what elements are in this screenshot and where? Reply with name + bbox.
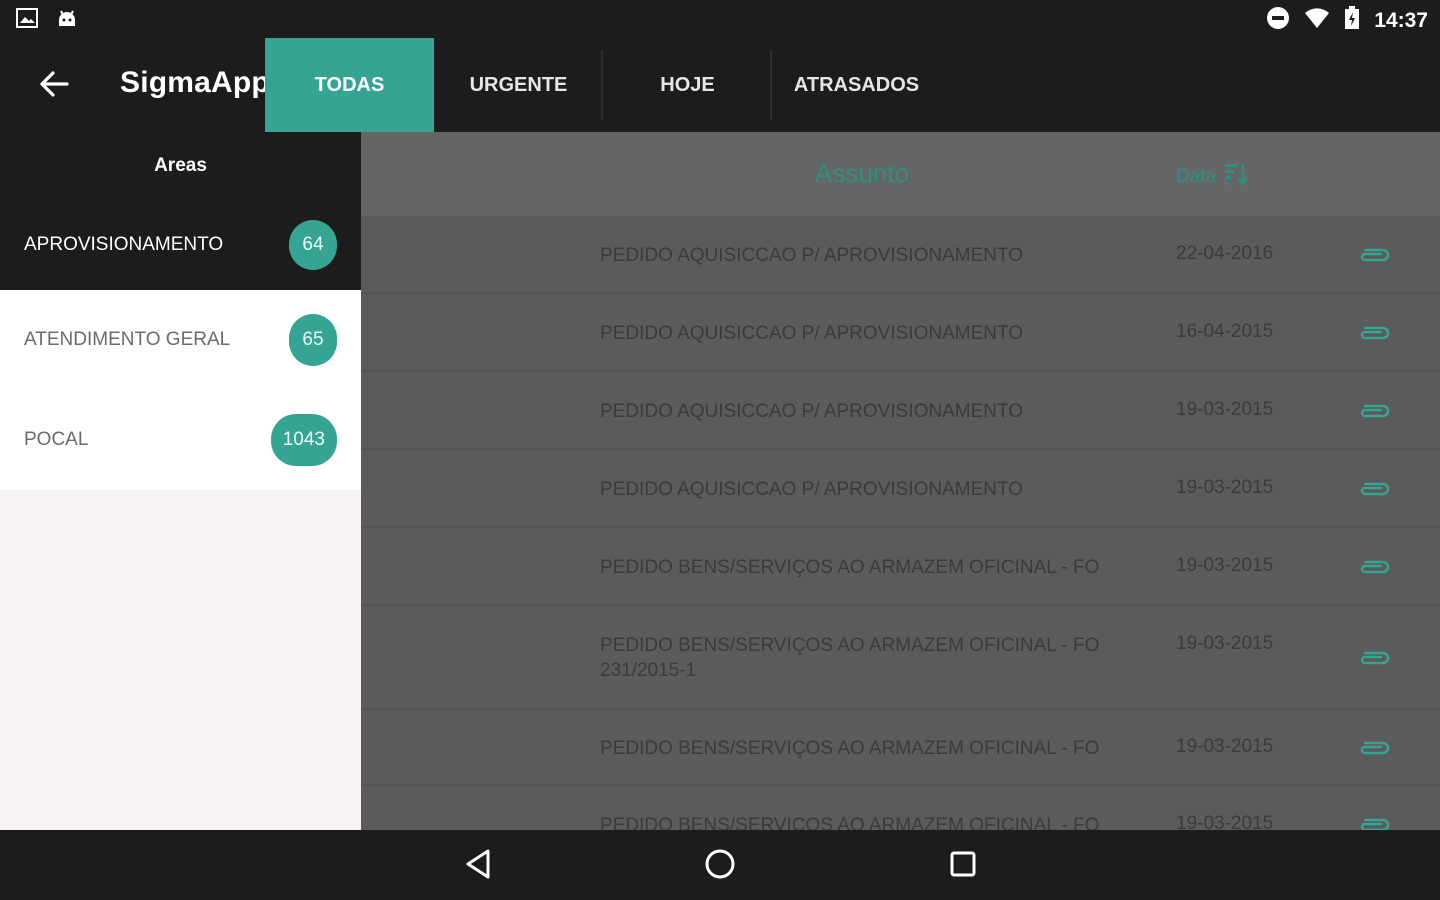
app-title: SigmaApp xyxy=(120,66,270,99)
area-item-aprovisionamento[interactable]: APROVISIONAMENTO 64 xyxy=(0,200,361,290)
tab-atrasados[interactable]: ATRASADOS xyxy=(772,38,941,132)
attachment-icon[interactable] xyxy=(1357,557,1391,577)
nav-back-button[interactable] xyxy=(456,844,500,888)
wifi-icon xyxy=(1304,7,1330,34)
system-navigation-bar xyxy=(0,830,1440,900)
tab-label: TODAS xyxy=(314,73,385,96)
attachment-icon[interactable] xyxy=(1357,815,1391,830)
android-icon xyxy=(56,8,78,35)
table-row[interactable]: PEDIDO AQUISICCAO P/ APROVISIONAMENTO 22… xyxy=(361,216,1440,294)
nav-home-button[interactable] xyxy=(698,844,742,888)
row-date: 16-04-2015 xyxy=(1176,321,1274,342)
back-button[interactable] xyxy=(28,60,80,112)
row-date: 19-03-2015 xyxy=(1176,633,1274,654)
row-date: 19-03-2015 xyxy=(1176,736,1274,757)
attachment-icon[interactable] xyxy=(1357,245,1391,265)
arrow-left-icon xyxy=(39,70,69,103)
requests-table: PEDIDO AQUISICCAO P/ APROVISIONAMENTO 22… xyxy=(361,216,1440,830)
area-item-atendimento-geral[interactable]: ATENDIMENTO GERAL 65 xyxy=(0,290,361,390)
table-row[interactable]: PEDIDO BENS/SERVIÇOS AO ARMAZEM OFICINAL… xyxy=(361,528,1440,606)
do-not-disturb-icon xyxy=(1266,6,1290,35)
row-subject: PEDIDO AQUISICCAO P/ APROVISIONAMENTO xyxy=(600,323,1024,344)
tab-label: HOJE xyxy=(660,73,715,96)
column-header-date[interactable]: Data xyxy=(1176,162,1250,192)
sidebar-title: Areas xyxy=(0,132,361,200)
filter-tabs: TODAS URGENTE HOJE ATRASADOS xyxy=(265,38,941,132)
row-subject: PEDIDO BENS/SERVIÇOS AO ARMAZEM OFICINAL… xyxy=(600,815,1100,830)
attachment-icon[interactable] xyxy=(1357,401,1391,421)
row-subject: PEDIDO AQUISICCAO P/ APROVISIONAMENTO xyxy=(600,245,1024,266)
row-date: 19-03-2015 xyxy=(1176,399,1274,420)
back-triangle-icon xyxy=(464,848,492,885)
column-header-subject[interactable]: Assunto xyxy=(815,158,909,189)
tab-todas[interactable]: TODAS xyxy=(265,38,434,132)
area-item-pocal[interactable]: POCAL 1043 xyxy=(0,390,361,490)
attachment-icon[interactable] xyxy=(1357,738,1391,758)
areas-sidebar: Areas APROVISIONAMENTO 64 ATENDIMENTO GE… xyxy=(0,132,361,830)
table-row[interactable]: PEDIDO AQUISICCAO P/ APROVISIONAMENTO 19… xyxy=(361,450,1440,528)
requests-list-panel: Assunto Data PEDIDO AQUISICCAO P/ APROVI… xyxy=(361,132,1440,830)
clock-time: 14:37 xyxy=(1374,8,1428,32)
tab-label: ATRASADOS xyxy=(793,73,920,96)
area-label: POCAL xyxy=(24,429,89,450)
sort-icon[interactable] xyxy=(1224,162,1250,192)
home-circle-icon xyxy=(704,848,736,885)
count-badge: 1043 xyxy=(270,414,337,466)
table-row[interactable]: PEDIDO BENS/SERVIÇOS AO ARMAZEM OFICINAL… xyxy=(361,710,1440,786)
row-date: 19-03-2015 xyxy=(1176,555,1274,576)
attachment-icon[interactable] xyxy=(1357,479,1391,499)
row-date: 19-03-2015 xyxy=(1176,813,1274,830)
count-badge: 65 xyxy=(289,314,337,366)
row-subject: PEDIDO BENS/SERVIÇOS AO ARMAZEM OFICINAL… xyxy=(600,635,1100,681)
table-row[interactable]: PEDIDO BENS/SERVIÇOS AO ARMAZEM OFICINAL… xyxy=(361,786,1440,830)
area-label: APROVISIONAMENTO xyxy=(24,234,224,255)
count-badge: 64 xyxy=(289,220,337,270)
row-subject: PEDIDO BENS/SERVIÇOS AO ARMAZEM OFICINAL… xyxy=(600,738,1100,759)
nav-recents-button[interactable] xyxy=(941,844,985,888)
image-icon xyxy=(16,8,38,35)
row-subject: PEDIDO AQUISICCAO P/ APROVISIONAMENTO xyxy=(600,401,1024,422)
attachment-icon[interactable] xyxy=(1357,323,1391,343)
table-row[interactable]: PEDIDO AQUISICCAO P/ APROVISIONAMENTO 16… xyxy=(361,294,1440,372)
recents-square-icon xyxy=(949,850,977,883)
column-header-date-label: Data xyxy=(1176,166,1217,187)
area-label: ATENDIMENTO GERAL xyxy=(24,329,231,350)
status-bar: 14:37 xyxy=(0,0,1440,38)
tab-hoje[interactable]: HOJE xyxy=(603,38,772,132)
tab-urgente[interactable]: URGENTE xyxy=(434,38,603,132)
row-date: 22-04-2016 xyxy=(1176,243,1274,264)
battery-icon xyxy=(1344,6,1360,35)
row-date: 19-03-2015 xyxy=(1176,477,1274,498)
tab-label: URGENTE xyxy=(469,73,568,96)
table-header: Assunto Data xyxy=(361,132,1440,216)
table-row[interactable]: PEDIDO BENS/SERVIÇOS AO ARMAZEM OFICINAL… xyxy=(361,606,1440,710)
row-subject: PEDIDO AQUISICCAO P/ APROVISIONAMENTO xyxy=(600,479,1024,500)
table-row[interactable]: PEDIDO AQUISICCAO P/ APROVISIONAMENTO 19… xyxy=(361,372,1440,450)
app-toolbar: SigmaApp TODAS URGENTE HOJE ATRASADOS xyxy=(0,38,1440,132)
attachment-icon[interactable] xyxy=(1357,648,1391,668)
row-subject: PEDIDO BENS/SERVIÇOS AO ARMAZEM OFICINAL… xyxy=(600,557,1100,578)
